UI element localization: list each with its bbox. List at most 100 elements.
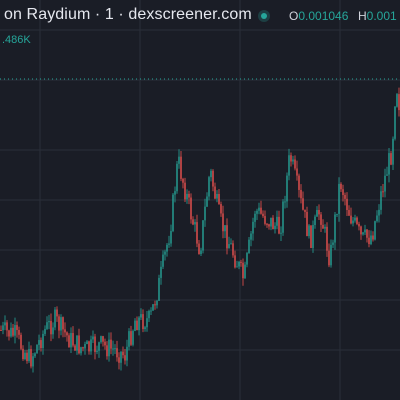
candle-body [92, 336, 94, 340]
candle-body [308, 225, 310, 237]
candle-body [82, 347, 84, 349]
candle-body [36, 344, 38, 354]
candle-body [296, 168, 298, 176]
candle-body [378, 209, 380, 216]
candle-body [30, 349, 32, 367]
candle-body [328, 250, 330, 266]
candle-body [216, 194, 218, 199]
candle-body [280, 232, 282, 234]
candle-body [334, 214, 336, 243]
candle-body [362, 232, 364, 235]
candle-body [388, 153, 390, 175]
candle-body [272, 217, 274, 230]
candle-body [288, 155, 290, 176]
candle-body [192, 219, 194, 225]
candle-body [6, 322, 8, 331]
candle-body [20, 334, 22, 349]
candle-body [286, 175, 288, 202]
candle-body [48, 320, 50, 323]
candle-body [104, 341, 106, 346]
candle-body [116, 348, 118, 358]
candle-body [282, 201, 284, 233]
candle-body [198, 243, 200, 255]
candle-body [384, 175, 386, 192]
candle-body [110, 339, 112, 349]
candle-body [122, 351, 124, 356]
candle-body [72, 333, 74, 346]
candle-body [310, 225, 312, 248]
candle-body [208, 177, 210, 197]
candle-body [374, 221, 376, 240]
candle-body [32, 356, 34, 367]
candle-body [78, 335, 80, 354]
candle-body [240, 261, 242, 263]
ohlc-open-value: 0.001046 [298, 9, 349, 23]
volume-label: .486K [2, 34, 31, 46]
candle-body [68, 335, 70, 348]
candle-body [144, 327, 146, 329]
candle-body [316, 210, 318, 217]
candle-body [322, 224, 324, 229]
candle-body [354, 217, 356, 221]
candle-body [220, 204, 222, 214]
candle-body [376, 215, 378, 222]
candle-body [366, 229, 368, 238]
candle-body [184, 182, 186, 200]
candle-body [256, 210, 258, 214]
candle-body [182, 178, 184, 183]
candle-body [12, 327, 14, 336]
candle-body [314, 216, 316, 225]
candle-body [270, 217, 272, 227]
candle-body [326, 226, 328, 251]
candle-body [246, 253, 248, 265]
candle-body [222, 213, 224, 232]
candle-body [22, 348, 24, 360]
candle-body [228, 244, 230, 249]
candle-body [10, 327, 12, 337]
candle-body [204, 206, 206, 221]
candle-body [88, 341, 90, 352]
candle-body [266, 223, 268, 225]
candle-body [66, 332, 68, 336]
candle-body [118, 357, 120, 363]
candle-body [148, 310, 150, 319]
candle-body [398, 94, 400, 111]
candle-body [56, 309, 58, 317]
candle-body [44, 328, 46, 334]
candle-body [342, 189, 344, 195]
chart-canvas[interactable] [0, 0, 400, 400]
candle-body [138, 317, 140, 331]
candle-body [152, 304, 154, 311]
candle-body [188, 193, 190, 198]
candle-body [160, 266, 162, 278]
candle-body [382, 191, 384, 193]
candle-body [46, 322, 48, 329]
candle-body [14, 325, 16, 336]
candle-body [254, 213, 256, 222]
candle-body [64, 329, 66, 333]
candle-body [290, 155, 292, 162]
candle-body [284, 201, 286, 203]
live-status-icon [258, 10, 270, 22]
candle-body [166, 244, 168, 252]
candle-body [218, 194, 220, 205]
candle-body [140, 314, 142, 318]
candle-body [202, 220, 204, 251]
candle-body [368, 237, 370, 244]
ohlc-open-key: O [289, 9, 299, 23]
candle-body [18, 329, 20, 335]
candle-body [206, 196, 208, 207]
candle-body [96, 350, 98, 352]
candle-body [146, 318, 148, 328]
price-chart[interactable] [0, 0, 400, 400]
candle-body [262, 213, 264, 217]
candle-body [154, 304, 156, 306]
candle-body [112, 348, 114, 350]
candle-body [106, 345, 108, 357]
candle-body [340, 183, 342, 190]
candle-body [386, 174, 388, 176]
candle-body [94, 336, 96, 352]
candle-body [162, 254, 164, 267]
candle-body [50, 320, 52, 335]
candle-body [306, 211, 308, 237]
